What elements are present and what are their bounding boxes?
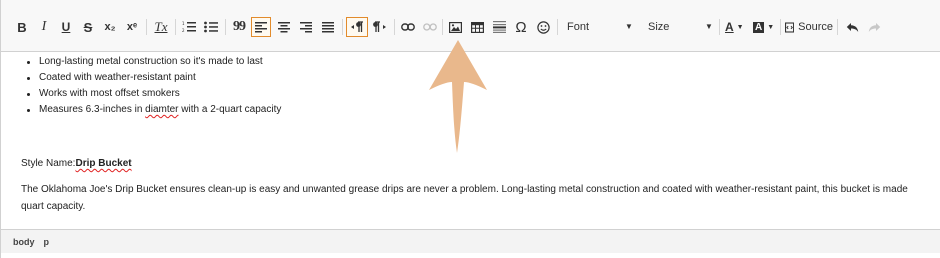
text-color-button[interactable]: A ▼ [725, 17, 749, 37]
element-path-bar: body p [1, 229, 940, 253]
remove-format-button[interactable]: Tx [151, 17, 171, 37]
link-button[interactable] [398, 17, 418, 37]
align-right-icon [300, 21, 312, 32]
font-family-dropdown[interactable]: Font ▼ [567, 17, 635, 37]
justify-icon [322, 21, 334, 32]
toolbar-separator [557, 19, 558, 35]
editor-content-area[interactable]: Long-lasting metal construction so it's … [1, 52, 940, 229]
chevron-down-icon: ▼ [736, 23, 744, 31]
unlink-icon [423, 23, 437, 31]
list-item-text: with a 2-quart capacity [178, 104, 282, 115]
ltr-direction-icon [351, 21, 363, 32]
align-left-icon [255, 21, 267, 32]
element-path-item-body[interactable]: body [13, 237, 35, 247]
redo-icon [868, 22, 880, 32]
style-name-value: Drip Bucket [75, 158, 132, 169]
font-size-dropdown[interactable]: Size ▼ [648, 17, 716, 37]
rtl-direction-icon [373, 21, 386, 32]
product-description-continued: quart capacity. [21, 201, 86, 212]
align-center-icon [278, 21, 290, 32]
font-family-value: Font [567, 21, 590, 33]
source-button[interactable]: Source [785, 17, 833, 37]
image-icon [448, 21, 462, 33]
bulleted-list-icon [204, 21, 218, 33]
source-button-label: Source [798, 21, 833, 33]
insert-table-button[interactable] [467, 17, 487, 37]
horizontal-line-icon [492, 21, 506, 33]
horizontal-line-button[interactable] [489, 17, 509, 37]
insert-image-button[interactable] [445, 17, 465, 37]
element-path-item-p[interactable]: p [44, 237, 50, 247]
chevron-down-icon: ▼ [705, 22, 713, 31]
background-color-icon: A [753, 21, 765, 33]
svg-text:1: 1 [182, 21, 185, 26]
align-right-button[interactable] [296, 17, 316, 37]
unlink-button[interactable] [420, 17, 440, 37]
toolbar-separator [175, 19, 176, 35]
link-icon [401, 23, 415, 31]
list-item: Works with most offset smokers [26, 86, 281, 102]
font-size-value: Size [648, 21, 670, 33]
toolbar-separator [780, 19, 781, 35]
numbered-list-button[interactable]: 1 2 [179, 17, 199, 37]
undo-button[interactable] [842, 17, 862, 37]
misspelled-word: diamter [145, 104, 179, 115]
align-center-button[interactable] [274, 17, 294, 37]
toolbar-separator [719, 19, 720, 35]
text-color-icon: A [725, 20, 734, 34]
list-item: Coated with weather-resistant paint [26, 70, 281, 86]
underline-button[interactable]: U [56, 17, 76, 37]
italic-button[interactable]: I [34, 17, 54, 37]
feature-bullet-list: Long-lasting metal construction so it's … [26, 54, 282, 118]
special-character-button[interactable]: Ω [511, 17, 531, 37]
chevron-down-icon: ▼ [767, 23, 775, 31]
undo-icon [846, 22, 858, 32]
superscript-button[interactable]: xᵉ [122, 17, 142, 37]
justify-button[interactable] [318, 17, 338, 37]
toolbar-separator [394, 19, 395, 35]
table-icon [470, 21, 484, 33]
subscript-button[interactable]: x₂ [100, 17, 120, 37]
list-item: Measures 6.3-inches in diamter with a 2-… [26, 102, 282, 118]
source-document-icon [785, 21, 795, 33]
product-description: The Oklahoma Joe's Drip Bucket ensures c… [21, 184, 908, 195]
toolbar-separator [225, 19, 226, 35]
smiley-icon [536, 20, 550, 34]
editor-toolbar: B I U S x₂ xᵉ Tx 1 2 99 Ω Font ▼ Size ▼ … [1, 0, 940, 52]
chevron-down-icon: ▼ [625, 22, 633, 31]
bulleted-list-button[interactable] [201, 17, 221, 37]
text-direction-ltr-button[interactable] [346, 17, 368, 37]
emoji-button[interactable] [533, 17, 553, 37]
align-left-button[interactable] [251, 17, 271, 37]
text-direction-rtl-button[interactable] [370, 17, 390, 37]
toolbar-separator [442, 19, 443, 35]
toolbar-separator [146, 19, 147, 35]
list-item: Long-lasting metal construction so it's … [26, 54, 281, 70]
numbered-list-icon: 1 2 [182, 21, 196, 33]
style-name-line: Style Name:Drip Bucket [21, 156, 132, 172]
strikethrough-button[interactable]: S [78, 17, 98, 37]
list-item-text: Measures 6.3-inches in [39, 104, 146, 115]
svg-text:2: 2 [182, 28, 185, 33]
bold-button[interactable]: B [12, 17, 32, 37]
redo-button[interactable] [864, 17, 884, 37]
rich-text-editor: B I U S x₂ xᵉ Tx 1 2 99 Ω Font ▼ Size ▼ … [0, 0, 940, 258]
blockquote-button[interactable]: 99 [229, 17, 249, 37]
style-name-label: Style Name: [21, 158, 76, 169]
toolbar-separator [342, 19, 343, 35]
toolbar-separator [837, 19, 838, 35]
background-color-button[interactable]: A ▼ [753, 17, 777, 37]
